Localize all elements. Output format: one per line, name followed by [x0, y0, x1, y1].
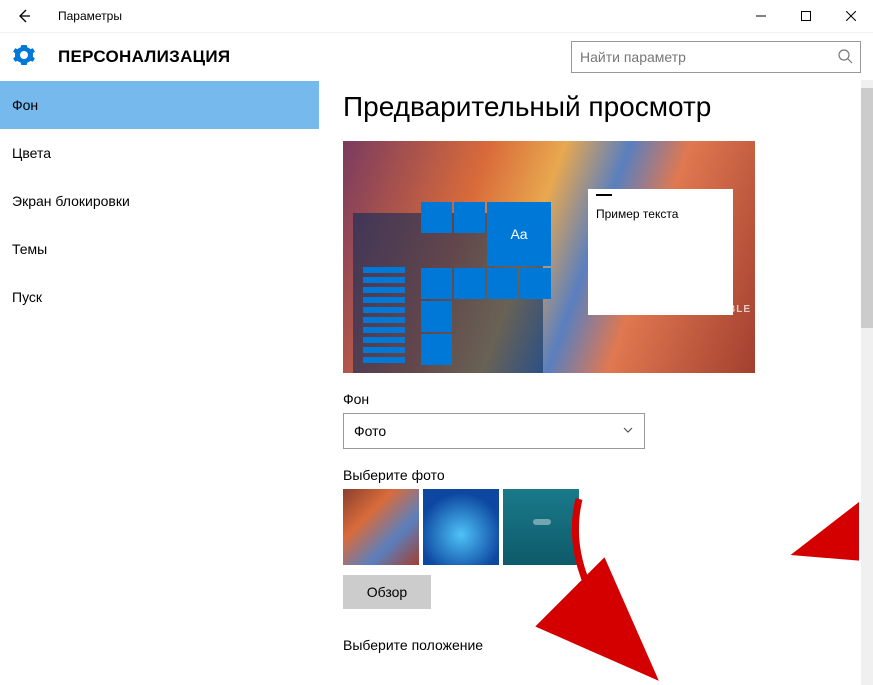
sidebar-item-colors[interactable]: Цвета [0, 129, 319, 177]
preview-sample-window: Пример текста [588, 189, 733, 315]
sidebar-item-start[interactable]: Пуск [0, 273, 319, 321]
page-title: ПЕРСОНАЛИЗАЦИЯ [58, 47, 230, 67]
sidebar-item-lockscreen[interactable]: Экран блокировки [0, 177, 319, 225]
background-label: Фон [343, 391, 849, 407]
window-title: Параметры [58, 9, 122, 23]
photo-thumb-blank[interactable] [663, 489, 739, 565]
sidebar-item-label: Темы [12, 241, 47, 257]
choose-photo-label: Выберите фото [343, 467, 849, 483]
preview-heading: Предварительный просмотр [343, 91, 849, 123]
sidebar-item-label: Фон [12, 97, 38, 113]
photo-thumb-blank[interactable] [583, 489, 659, 565]
preview-aa-tile: Aa [487, 202, 551, 266]
sidebar-item-label: Экран блокировки [12, 193, 130, 209]
sidebar-item-themes[interactable]: Темы [0, 225, 319, 273]
sidebar-item-label: Цвета [12, 145, 51, 161]
photo-thumb-windows[interactable] [423, 489, 499, 565]
main-content: Предварительный просмотр Aa Пример текст… [319, 81, 873, 685]
search-icon [838, 49, 853, 69]
preview-sample-text: Пример текста [596, 207, 678, 221]
photo-thumbnails [343, 489, 849, 565]
photo-thumb-underwater[interactable] [503, 489, 579, 565]
close-button[interactable] [828, 0, 873, 32]
minimize-button[interactable] [738, 0, 783, 32]
preview-bg-text: EDIBLE [708, 304, 751, 315]
sidebar-item-background[interactable]: Фон [0, 81, 319, 129]
desktop-preview: Aa Пример текста EDIBLE [343, 141, 755, 373]
background-select-value: Фото [354, 423, 386, 439]
background-select[interactable]: Фото [343, 413, 645, 449]
photo-thumb-canyon[interactable] [343, 489, 419, 565]
sidebar-item-label: Пуск [12, 289, 42, 305]
scrollbar-thumb[interactable] [861, 88, 873, 328]
search-input[interactable] [571, 41, 861, 73]
sidebar: Фон Цвета Экран блокировки Темы Пуск [0, 81, 319, 685]
gear-icon [12, 43, 36, 72]
back-button[interactable] [8, 0, 40, 32]
preview-start-menu: Aa [353, 213, 543, 373]
chevron-down-icon [622, 423, 634, 439]
maximize-button[interactable] [783, 0, 828, 32]
choose-fit-label: Выберите положение [343, 637, 849, 653]
browse-button[interactable]: Обзор [343, 575, 431, 609]
